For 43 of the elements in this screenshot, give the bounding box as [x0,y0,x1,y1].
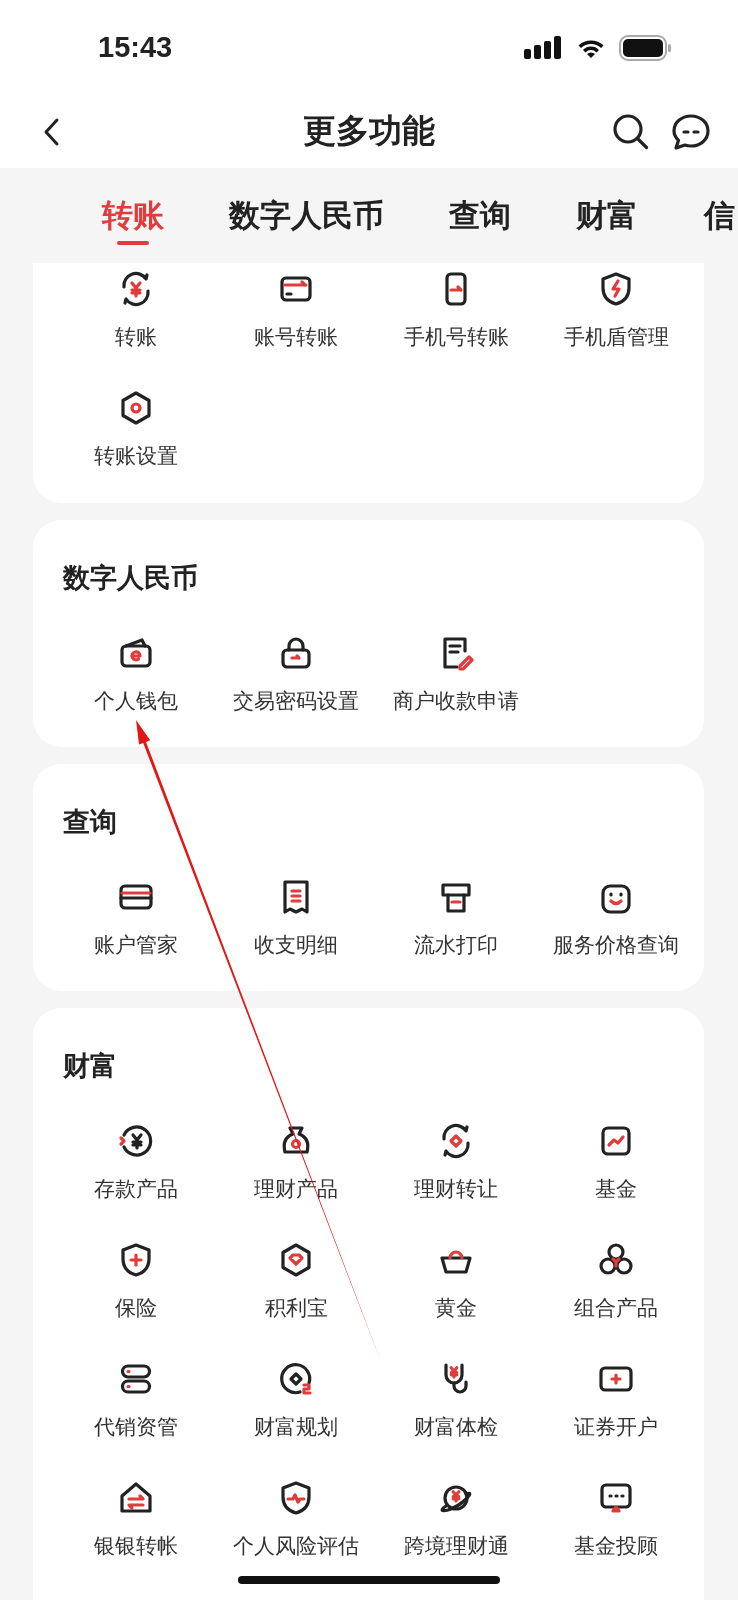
section-title: 财富 [62,1049,118,1083]
feature-item[interactable]: 存款产品 [56,1121,216,1203]
feature-item[interactable]: 财富规划 [216,1359,376,1441]
feature-item[interactable]: 积利宝 [216,1240,376,1322]
category-tab[interactable]: 查询 [449,194,511,263]
feature-item[interactable]: 理财转让 [376,1121,536,1203]
feature-item[interactable]: 交易密码设置 [216,633,376,715]
category-tab[interactable]: 数字人民币 [229,194,384,263]
feature-item[interactable]: 转账 [56,269,216,351]
feature-item[interactable]: 服务价格查询 [536,877,696,959]
feature-item[interactable]: 保险 [56,1240,216,1322]
search-icon[interactable] [612,112,650,151]
battery-icon [619,34,672,61]
feature-item[interactable]: 账户管家 [56,877,216,959]
feature-item[interactable]: 代销资管 [56,1359,216,1441]
feature-item[interactable]: 个人钱包 [56,633,216,715]
feature-item[interactable]: 证券开户 [536,1359,696,1441]
section-title: 查询 [62,805,118,839]
feature-item[interactable]: 跨境理财通 [376,1478,536,1560]
feature-item[interactable]: 手机盾管理 [536,269,696,351]
feature-item[interactable]: 银银转帐 [56,1478,216,1560]
chat-icon[interactable] [672,113,710,150]
signal-icon [524,35,563,60]
feature-item[interactable]: 财富体检 [376,1359,536,1441]
feature-item[interactable]: 商户收款申请 [376,633,536,715]
feature-item[interactable]: 手机号转账 [376,269,536,351]
feature-item[interactable]: 基金投顾 [536,1478,696,1560]
category-tab[interactable]: 转账 [102,194,164,263]
feature-item[interactable]: 理财产品 [216,1121,376,1203]
section-title: 数字人民币 [61,561,199,595]
category-tab[interactable]: 财富 [576,194,638,263]
feature-item[interactable]: 账号转账 [216,269,376,351]
feature-item[interactable]: 收支明细 [216,877,376,959]
back-icon[interactable] [42,116,60,147]
feature-item[interactable]: 黄金 [376,1240,536,1322]
category-tab[interactable]: 信 [703,194,735,263]
feature-item[interactable]: 个人风险评估 [216,1478,376,1560]
page-title: 更多功能 [303,110,435,152]
feature-item[interactable]: 组合产品 [536,1240,696,1322]
status-time: 15:43 [98,31,173,64]
feature-item[interactable]: 转账设置 [56,388,216,470]
feature-item[interactable]: 基金 [536,1121,696,1203]
feature-item[interactable]: 流水打印 [376,877,536,959]
